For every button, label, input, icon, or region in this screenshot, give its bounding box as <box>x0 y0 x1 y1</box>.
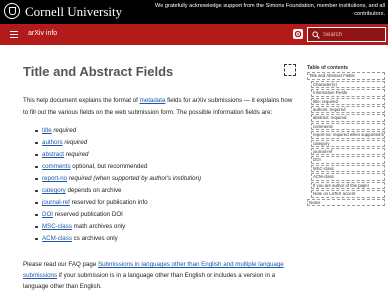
language-note: Please read our FAQ page Submissions in … <box>23 259 298 291</box>
top-banner: Cornell University We gratefully acknowl… <box>0 0 388 24</box>
acknowledgement-text: We gratefully acknowledge support from t… <box>155 3 385 17</box>
field-desc: cs archives only <box>73 235 118 242</box>
cornell-logo-text[interactable]: Cornell University <box>25 4 122 20</box>
field-desc: math archives only <box>73 223 126 230</box>
field-link-acm-class[interactable]: ACM-class <box>42 235 72 242</box>
field-desc: optional, but recommended <box>72 163 148 170</box>
field-link-authors[interactable]: authors <box>42 139 63 146</box>
field-desc: required <box>65 151 89 158</box>
field-link-report-no[interactable]: report-no <box>42 175 67 182</box>
toc-item[interactable]: DOI <box>311 156 385 164</box>
toc-toggle-icon[interactable] <box>284 64 296 76</box>
field-desc: reserved publication DOI <box>54 211 123 218</box>
list-item: abstract required <box>35 149 295 161</box>
toc-item[interactable]: report-no: required when supported by au… <box>311 131 385 139</box>
list-item: DOI reserved publication DOI <box>35 209 295 221</box>
field-desc: required <box>64 139 88 146</box>
list-item: authors required <box>35 137 295 149</box>
field-link-doi[interactable]: DOI <box>42 211 53 218</box>
toc-item[interactable]: journal-ref <box>311 148 385 156</box>
list-item: MSC-class math archives only <box>35 221 295 233</box>
settings-gear-icon[interactable] <box>293 29 303 39</box>
page-title: Title and Abstract Fields <box>23 64 174 79</box>
list-item: report-no required (when supported by au… <box>35 173 295 185</box>
field-link-abstract[interactable]: abstract <box>42 151 64 158</box>
hamburger-menu-icon[interactable] <box>10 31 18 38</box>
toc-item[interactable]: title: required <box>311 97 385 106</box>
toc-item[interactable]: Notes <box>307 198 385 206</box>
list-item: comments optional, but recommended <box>35 161 295 173</box>
note-text: Please read our FAQ page <box>23 261 98 268</box>
list-item: ACM-class cs archives only <box>35 233 295 245</box>
fields-list: title required authors required abstract… <box>35 125 295 245</box>
toc-item[interactable]: comments <box>311 122 385 131</box>
toc-item[interactable]: If you are author of this paper <box>311 181 385 190</box>
field-link-msc-class[interactable]: MSC-class <box>42 223 72 230</box>
field-link-comments[interactable]: comments <box>42 163 71 170</box>
list-item: category depends on archive <box>35 185 295 197</box>
field-desc: required (when supported by author's ins… <box>68 175 202 182</box>
field-link-title[interactable]: title <box>42 127 52 134</box>
field-link-journal-ref[interactable]: journal-ref <box>42 199 70 206</box>
table-of-contents: Table of contents Title and Abstract Fie… <box>307 65 385 207</box>
search-box[interactable] <box>307 27 386 42</box>
toc-heading: Table of contents <box>307 65 349 71</box>
metadata-link[interactable]: metadata <box>140 97 166 104</box>
list-item: journal-ref reserved for publication inf… <box>35 197 295 209</box>
note-text-end: if your submission is in a language othe… <box>23 272 276 290</box>
toc-item[interactable]: Note on LaTeX accent <box>311 190 385 198</box>
cornell-seal-icon <box>4 3 20 19</box>
toc-item[interactable]: MSC-class <box>311 164 385 173</box>
toc-item[interactable]: Character(s) <box>311 80 385 89</box>
toc-item[interactable]: abstract: required <box>311 114 385 122</box>
list-item: title required <box>35 125 295 137</box>
toc-item[interactable]: ACM-class <box>311 173 385 181</box>
toc-item[interactable]: authors: required <box>311 106 385 114</box>
intro-text: This help document explains the format o… <box>23 97 140 104</box>
search-icon <box>312 31 320 39</box>
field-desc: depends on archive <box>67 187 122 194</box>
field-desc: required <box>53 127 77 134</box>
toc-item[interactable]: Information Fields <box>311 89 385 97</box>
intro-paragraph: This help document explains the format o… <box>23 95 293 119</box>
field-desc: reserved for publication info <box>71 199 148 206</box>
site-title[interactable]: arXiv info <box>28 30 57 37</box>
search-input[interactable] <box>323 29 383 40</box>
toc-item[interactable]: category <box>311 139 385 148</box>
field-link-category[interactable]: category <box>42 187 66 194</box>
arxiv-nav-bar: arXiv info <box>0 24 388 45</box>
toc-item[interactable]: Title and Abstract Fields <box>307 72 385 80</box>
